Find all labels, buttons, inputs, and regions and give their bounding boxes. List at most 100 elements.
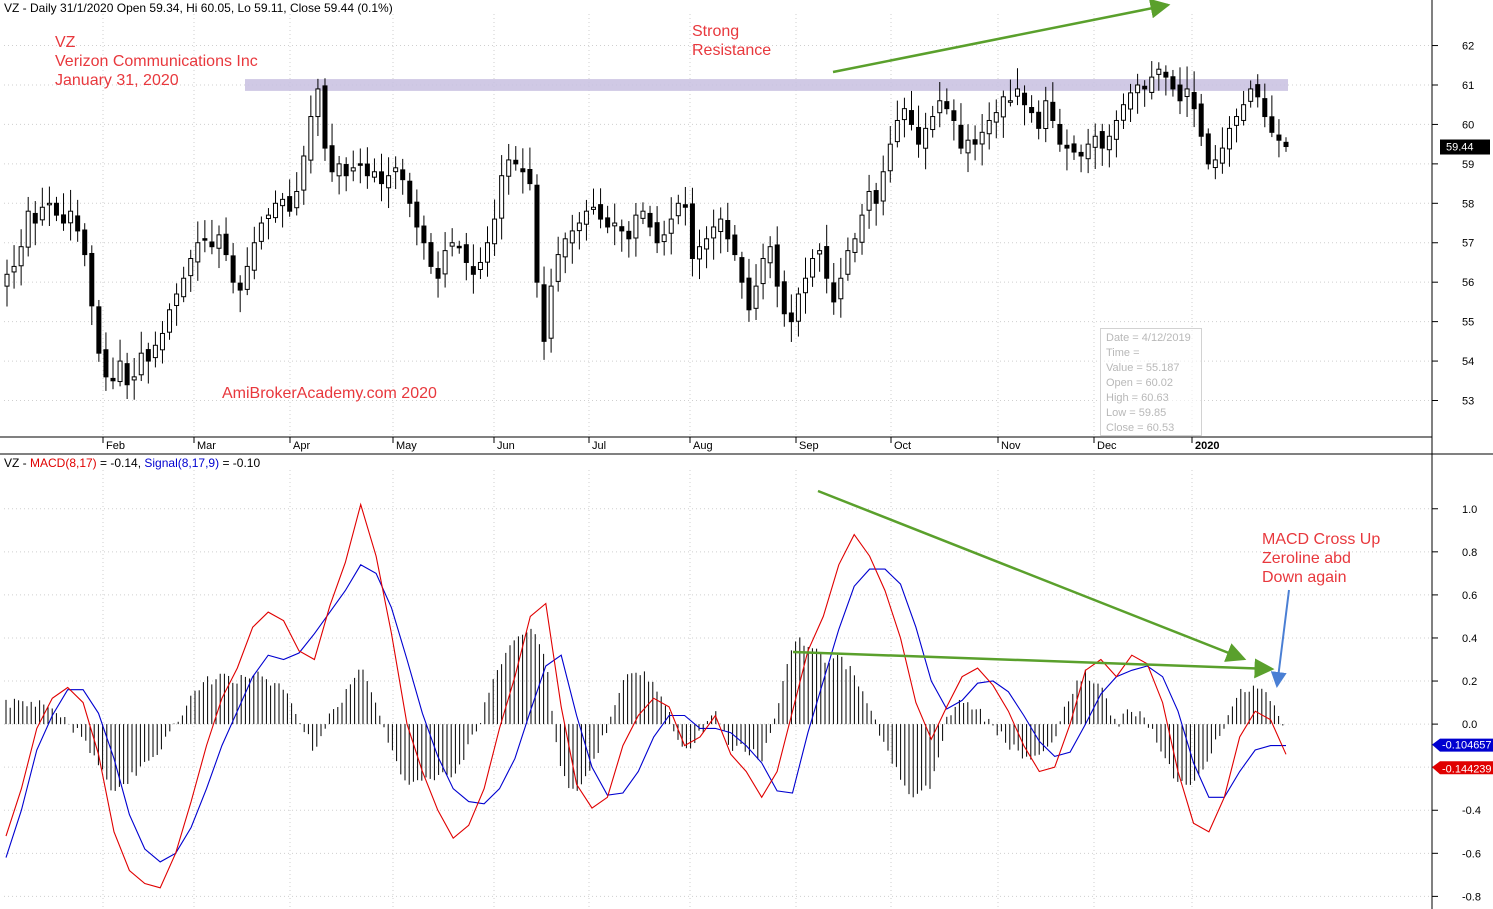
- x-tick-label: Sep: [799, 440, 819, 452]
- candle-body-down: [725, 220, 731, 240]
- candle: [152, 331, 158, 368]
- candle-body-up: [1014, 88, 1020, 97]
- candle-body-down: [470, 266, 476, 275]
- candle: [647, 205, 653, 237]
- candle: [986, 102, 992, 150]
- x-tick-label: Mar: [197, 440, 216, 452]
- title-annotation-line: VZ: [55, 34, 76, 51]
- candle-body-up: [1106, 135, 1112, 151]
- candle-body-down: [1071, 143, 1077, 153]
- candle: [852, 232, 858, 263]
- candle: [859, 203, 865, 255]
- candle: [668, 197, 674, 255]
- macd-value-label: -0.144239: [1442, 763, 1492, 775]
- candle-body-up: [350, 167, 356, 172]
- candle: [117, 339, 123, 387]
- candle-body-up: [852, 238, 858, 253]
- signal-value-label: -0.104657: [1442, 740, 1492, 752]
- candle: [463, 232, 469, 281]
- candle-body-up: [923, 127, 929, 149]
- candle: [4, 259, 10, 307]
- candle: [357, 148, 363, 184]
- candle-body-down: [605, 217, 611, 228]
- candle-body-down: [654, 222, 660, 244]
- candle-body-up: [965, 139, 971, 154]
- candle: [414, 189, 420, 246]
- candle-body-up: [371, 171, 377, 178]
- candle-body-up: [562, 238, 568, 258]
- candle-body-down: [732, 234, 738, 256]
- macd-header-signal-label: Signal(8,17,9): [144, 456, 220, 470]
- tooltip-line: High = 60.63: [1106, 392, 1169, 404]
- candle: [704, 226, 710, 269]
- candle-body-up: [251, 242, 257, 271]
- candle-body-up: [583, 210, 589, 225]
- candle: [1177, 67, 1183, 115]
- candle: [428, 233, 434, 274]
- price-y-tick-label: 60: [1462, 119, 1474, 131]
- candle: [958, 103, 964, 155]
- candle: [131, 357, 137, 400]
- candle-body-up: [492, 218, 498, 245]
- candle: [449, 228, 455, 257]
- candle-body-up: [1241, 104, 1247, 121]
- candle: [675, 194, 681, 225]
- candle-body-up: [477, 261, 483, 270]
- candle: [25, 196, 31, 257]
- data-tooltip: Date = 4/12/2019 Time = Value = 55.187 O…: [1100, 328, 1202, 436]
- candle: [1043, 86, 1049, 143]
- candle-body-up: [1234, 116, 1240, 126]
- candle-body-down: [96, 306, 102, 354]
- candle: [371, 158, 377, 183]
- candle: [477, 247, 483, 280]
- candle-body-up: [802, 277, 808, 294]
- candle: [619, 219, 625, 252]
- candle-body-up: [499, 175, 505, 219]
- candle: [916, 105, 922, 158]
- candle: [103, 332, 109, 391]
- candle-body-down: [951, 110, 957, 121]
- candle-body-down: [788, 312, 794, 323]
- candle-body-up: [1000, 96, 1006, 118]
- candle-body-up: [866, 190, 872, 211]
- candle-body-up: [18, 246, 24, 267]
- candle: [287, 179, 293, 217]
- candle: [230, 243, 236, 294]
- candle: [1212, 145, 1218, 180]
- candle-body-up: [273, 202, 279, 219]
- x-tick-label: Apr: [293, 440, 310, 452]
- candle-body-down: [619, 226, 625, 232]
- candle: [280, 192, 286, 228]
- candle: [1036, 100, 1042, 140]
- candle-body-up: [1149, 76, 1155, 93]
- candle-body-down: [1276, 134, 1282, 141]
- candle: [301, 145, 307, 205]
- candle-body-up: [569, 230, 575, 244]
- macd-header: VZ - MACD(8,17) = -0.14, Signal(8,17,9) …: [4, 456, 260, 470]
- candle-body-up: [718, 218, 724, 233]
- candle-body-up: [810, 258, 816, 278]
- candle: [188, 249, 194, 292]
- candle-body-down: [916, 126, 922, 145]
- candle: [908, 90, 914, 131]
- candle-body-down: [103, 349, 109, 378]
- candle-body-down: [746, 277, 752, 311]
- price-y-tick-label: 53: [1462, 396, 1474, 408]
- candle: [1022, 85, 1028, 126]
- candle-body-up: [880, 171, 886, 202]
- candle-body-down: [824, 246, 830, 279]
- candle-body-down: [598, 204, 604, 220]
- candle: [53, 196, 59, 222]
- macd-y-tick-label: -0.6: [1462, 848, 1481, 860]
- macd-y-tick-label: 1.0: [1462, 504, 1477, 516]
- candle: [470, 244, 476, 294]
- candle: [598, 188, 604, 229]
- candle: [435, 251, 441, 298]
- candle-body-down: [527, 168, 533, 185]
- candle: [350, 150, 356, 182]
- candle: [972, 125, 978, 161]
- candle-body-down: [322, 85, 328, 149]
- candle: [689, 187, 695, 277]
- macd-header-macd-label: MACD(8,17): [30, 456, 97, 470]
- candle-body-down: [1064, 144, 1070, 149]
